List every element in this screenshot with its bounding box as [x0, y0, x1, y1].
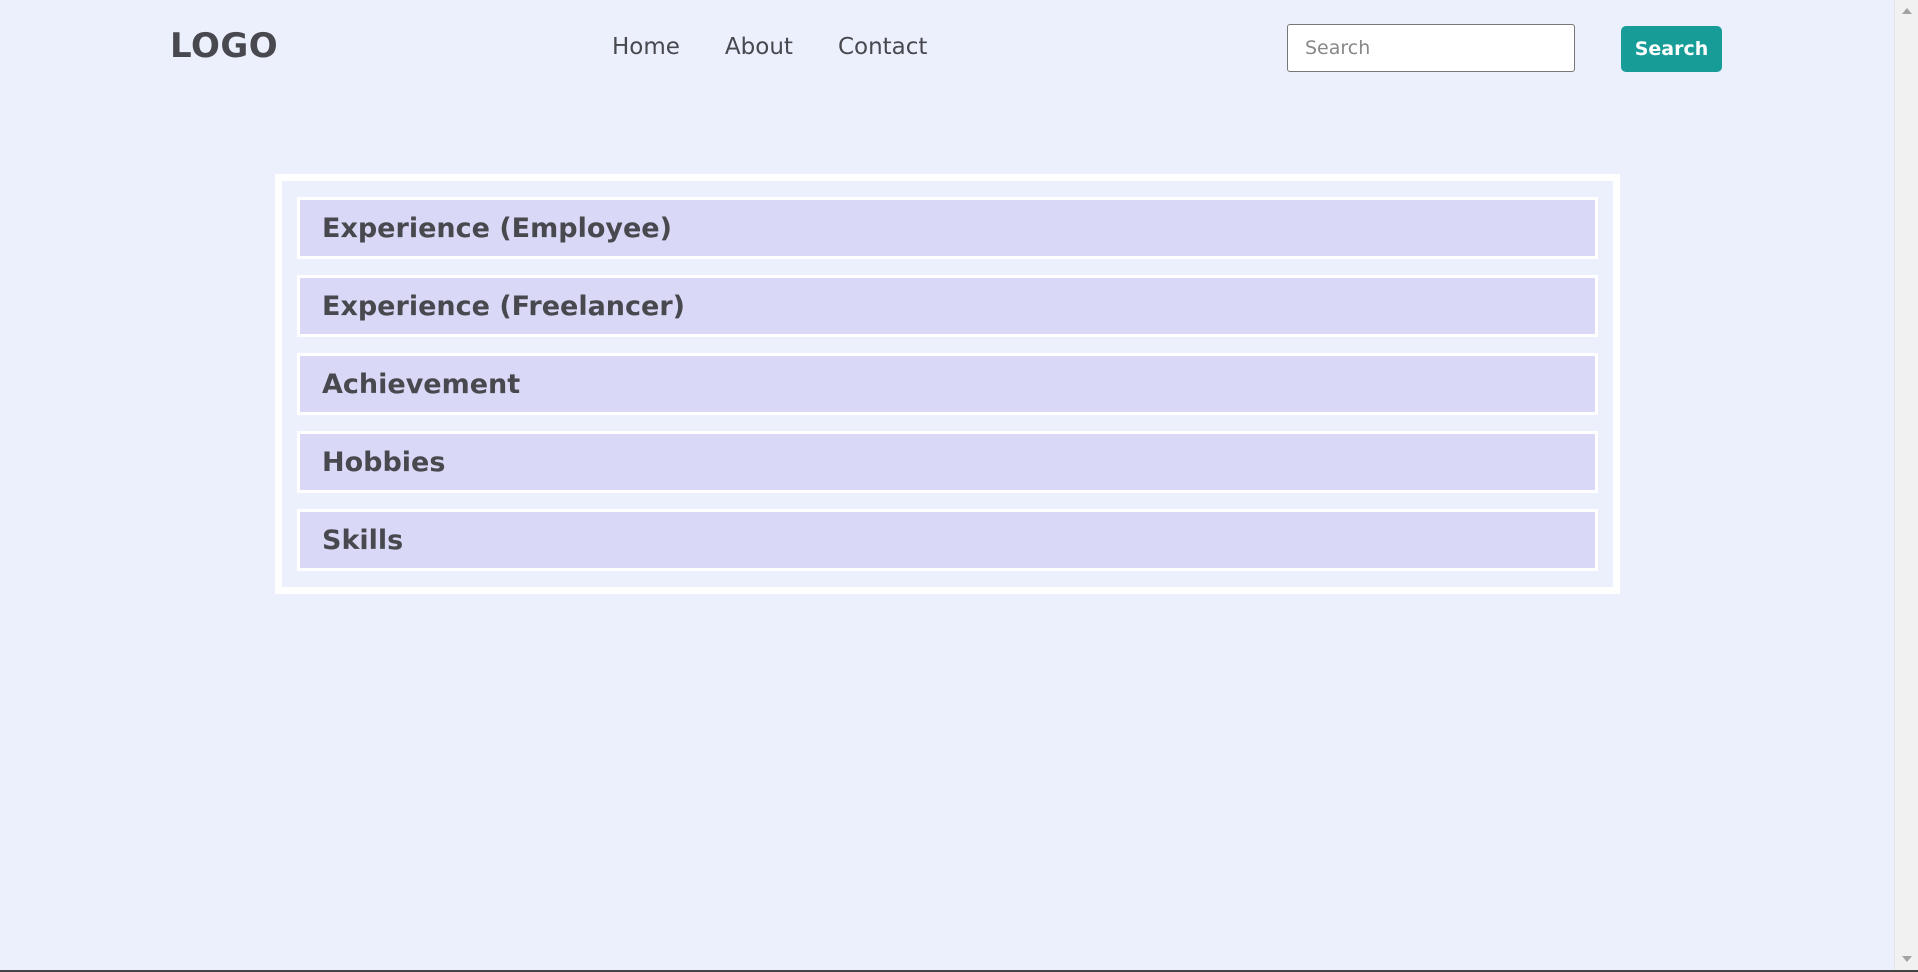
accordion-item-experience-freelancer[interactable]: Experience (Freelancer) — [297, 275, 1598, 337]
accordion-item-label: Experience (Freelancer) — [322, 290, 685, 322]
logo[interactable]: LOGO — [170, 26, 278, 66]
nav-link-home[interactable]: Home — [612, 34, 680, 60]
nav-link-about[interactable]: About — [725, 34, 793, 60]
nav-link-contact[interactable]: Contact — [838, 34, 927, 60]
accordion-item-skills[interactable]: Skills — [297, 509, 1598, 571]
accordion-item-label: Achievement — [322, 368, 521, 400]
vertical-scrollbar[interactable] — [1894, 0, 1918, 970]
scroll-up-arrow-icon[interactable] — [1902, 8, 1912, 14]
accordion-item-experience-employee[interactable]: Experience (Employee) — [297, 197, 1598, 259]
accordion-item-hobbies[interactable]: Hobbies — [297, 431, 1598, 493]
accordion-item-label: Skills — [322, 524, 404, 556]
page: LOGO Home About Contact Search Experienc… — [0, 0, 1894, 970]
accordion-item-label: Experience (Employee) — [322, 212, 672, 244]
accordion-item-achievement[interactable]: Achievement — [297, 353, 1598, 415]
main-nav: Home About Contact — [612, 34, 927, 60]
scroll-down-arrow-icon[interactable] — [1902, 956, 1912, 962]
search-input[interactable] — [1287, 24, 1575, 72]
accordion: Experience (Employee) Experience (Freela… — [275, 174, 1620, 594]
accordion-item-label: Hobbies — [322, 446, 446, 478]
search-button[interactable]: Search — [1621, 26, 1722, 72]
